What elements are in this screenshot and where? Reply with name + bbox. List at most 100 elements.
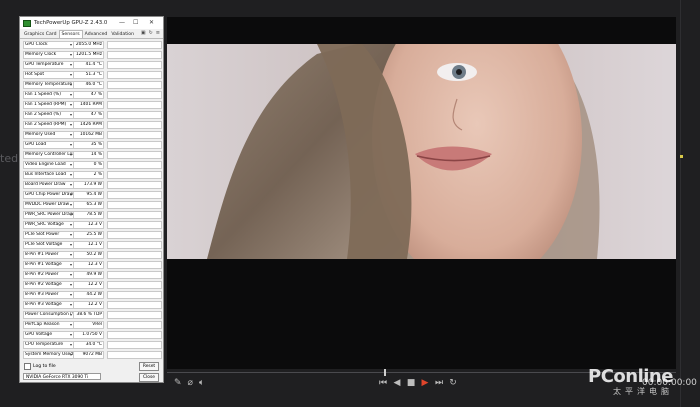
volume-icon[interactable]: 🔈︎ [199,378,204,388]
chevron-down-icon: ▾ [69,282,72,287]
sensor-value: 46.0 °C [74,81,104,89]
chevron-down-icon: ▾ [69,342,72,347]
sensor-label-dropdown[interactable]: 8-Pin #1 Power ▾ [23,251,74,259]
log-checkbox[interactable] [24,363,31,370]
sensor-label-dropdown[interactable]: GPU Clock ▾ [23,41,74,49]
close-window-button[interactable]: ✕ [149,19,154,26]
refresh-icon[interactable]: ↻ [149,30,153,36]
sensor-row: PWR_SRC Power Draw ▾ 78.5 W [23,210,162,220]
sensor-value: 9072 MB [74,351,104,359]
sensor-label-dropdown[interactable]: PCIe Slot Voltage ▾ [23,241,74,249]
sensor-label-dropdown[interactable]: Fan 2 Speed (RPM) ▾ [23,121,74,129]
reset-button[interactable]: Reset [139,362,159,371]
chevron-down-icon: ▾ [69,302,72,307]
minimize-button[interactable]: — [119,19,125,26]
sensor-label-dropdown[interactable]: PWR_SRC Voltage ▾ [23,221,74,229]
sensor-graph [107,171,162,179]
sensor-label: 8-Pin #2 Power [25,272,59,277]
chevron-down-icon: ▾ [69,62,72,67]
sensor-label-dropdown[interactable]: PerfCap Reason ▾ [23,321,74,329]
sensor-graph [107,281,162,289]
sensor-value: 47 % [74,91,104,99]
chevron-down-icon: ▾ [69,162,72,167]
sensor-graph [107,261,162,269]
sensor-label: Memory Used [25,132,56,137]
close-button[interactable]: Close [139,373,159,382]
sensor-label-dropdown[interactable]: 8-Pin #2 Power ▾ [23,271,74,279]
viewer-tools: ✎ ⌀ 🔈︎ [174,378,204,388]
restore-button[interactable]: ☐ [133,19,138,26]
sensor-label-dropdown[interactable]: GPU Chip Power Draw ▾ [23,191,74,199]
sensor-label-dropdown[interactable]: Hot Spot ▾ [23,71,74,79]
play-icon[interactable]: ▶ [420,378,430,388]
sensor-row: Power Consumption (%) ▾ 38.6 % TDP [23,310,162,320]
sensor-label-dropdown[interactable]: Fan 1 Speed (RPM) ▾ [23,101,74,109]
sensor-label-dropdown[interactable]: PWR_SRC Power Draw ▾ [23,211,74,219]
sensor-value: 2 % [74,171,104,179]
sensor-value: 12.2 V [74,281,104,289]
sensor-label-dropdown[interactable]: Video Engine Load ▾ [23,161,74,169]
sensor-label-dropdown[interactable]: Memory Temperature ▾ [23,81,74,89]
tab-validation[interactable]: Validation [109,31,136,38]
loop-icon[interactable]: ↻ [448,378,458,388]
sensor-label-dropdown[interactable]: GPU Voltage ▾ [23,331,74,339]
sensor-label: 8-Pin #2 Voltage [25,282,62,287]
sensor-graph [107,201,162,209]
sensor-label-dropdown[interactable]: Bus Interface Load ▾ [23,171,74,179]
sensor-value: 14 % [74,151,104,159]
skip-end-icon[interactable]: ⏭︎ [434,378,444,388]
sensor-label-dropdown[interactable]: Memory Controller Load ▾ [23,151,74,159]
sensor-label-dropdown[interactable]: 8-Pin #2 Voltage ▾ [23,281,74,289]
tab-graphics-card[interactable]: Graphics Card [22,31,59,38]
sensor-graph [107,191,162,199]
log-to-file[interactable]: Log to file [24,363,56,370]
sensor-label-dropdown[interactable]: Memory Used ▾ [23,131,74,139]
sensor-label: GPU Load [25,142,47,147]
watermark-subtitle: 太平洋电脑 [612,387,673,396]
sensor-label-dropdown[interactable]: CPU Temperature ▾ [23,341,74,349]
menu-icon[interactable]: ≡ [156,30,160,36]
transport-controls: ⏮︎ ◀ ■ ▶ ⏭︎ ↻ [378,378,458,388]
sensor-value: 2055.0 MHz [74,41,104,49]
sensor-label-dropdown[interactable]: Memory Clock ▾ [23,51,74,59]
tab-sensors[interactable]: Sensors [58,30,83,38]
sensor-value: 10162 MB [74,131,104,139]
sensor-label: GPU Voltage [25,332,53,337]
sensor-label-dropdown[interactable]: GPU Temperature ▾ [23,61,74,69]
sensor-label-dropdown[interactable]: 8-Pin #1 Voltage ▾ [23,261,74,269]
playhead[interactable] [384,369,386,376]
sensor-label-dropdown[interactable]: Board Power Draw ▾ [23,181,74,189]
sensor-graph [107,211,162,219]
sensor-label: PCIe Slot Power [25,232,60,237]
sensor-label: Memory Controller Load [25,152,74,157]
sensor-label: Bus Interface Load [25,172,67,177]
video-preview[interactable] [167,44,676,259]
sensor-label-dropdown[interactable]: MVDDC Power Draw ▾ [23,201,74,209]
sensor-graph [107,91,162,99]
title-bar[interactable]: TechPowerUp GPU-Z 2.43.0 — ☐ ✕ [20,17,163,29]
sensor-label: Video Engine Load [25,162,66,167]
sensor-row: Memory Used ▾ 10162 MB [23,130,162,140]
sensor-row: Memory Clock ▾ 1201.5 MHz [23,50,162,60]
sensor-label-dropdown[interactable]: System Memory Used ▾ [23,351,74,359]
stop-icon[interactable]: ■ [406,378,416,388]
sensor-label-dropdown[interactable]: 8-Pin #3 Power ▾ [23,291,74,299]
sensor-label-dropdown[interactable]: GPU Load ▾ [23,141,74,149]
camera-icon[interactable]: ▣ [141,30,146,36]
pen-tool-icon[interactable]: ✎ [174,378,182,388]
skip-start-icon[interactable]: ⏮︎ [378,378,388,388]
sensor-row: Memory Temperature ▾ 46.0 °C [23,80,162,90]
tab-advanced[interactable]: Advanced [83,31,110,38]
sensor-label-dropdown[interactable]: Fan 2 Speed (%) ▾ [23,111,74,119]
sensor-label-dropdown[interactable]: 8-Pin #3 Voltage ▾ [23,301,74,309]
gpu-select-dropdown[interactable]: NVIDIA GeForce RTX 3090 Ti [23,373,101,380]
panel-divider[interactable] [680,0,681,407]
sensor-label-dropdown[interactable]: Fan 1 Speed (%) ▾ [23,91,74,99]
sensor-label-dropdown[interactable]: PCIe Slot Power ▾ [23,231,74,239]
reverse-play-icon[interactable]: ◀ [392,378,402,388]
chevron-down-icon: ▾ [69,332,72,337]
sensor-label-dropdown[interactable]: Power Consumption (%) ▾ [23,311,74,319]
dropper-icon[interactable]: ⌀ [188,378,193,388]
sensor-row: 8-Pin #1 Voltage ▾ 12.3 V [23,260,162,270]
sensor-graph [107,131,162,139]
